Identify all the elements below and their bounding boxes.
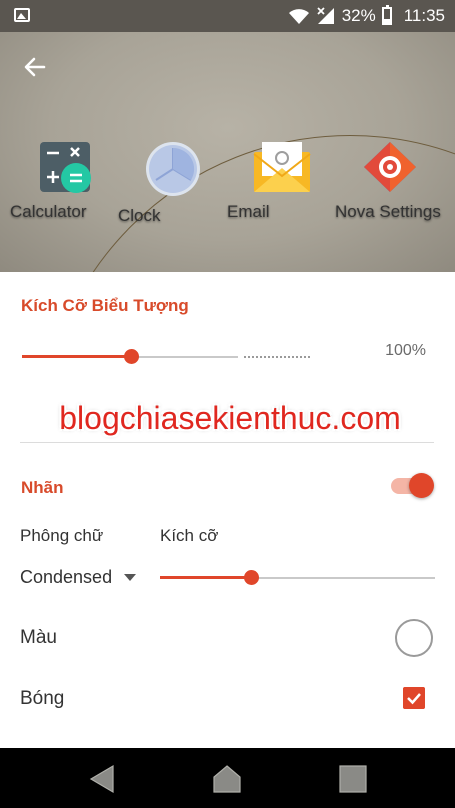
battery-percent: 32%	[341, 6, 376, 25]
battery-icon	[381, 5, 392, 25]
shadow-label: Bóng	[20, 688, 65, 709]
status-bar: 32% 11:35	[0, 0, 455, 32]
icon-size-title: Kích Cỡ Biểu Tượng	[21, 296, 189, 315]
nav-home-icon[interactable]	[212, 764, 242, 794]
shadow-checkbox[interactable]	[403, 687, 425, 709]
nav-back-icon[interactable]	[87, 764, 117, 794]
calculator-icon	[40, 142, 91, 193]
app-label: Clock	[118, 206, 161, 225]
clock-time: 11:35	[403, 6, 445, 25]
app-label: Email	[227, 202, 270, 221]
settings-panel: Kích Cỡ Biểu Tượng 100% blogchiasekienth…	[0, 272, 455, 748]
color-picker[interactable]	[395, 619, 433, 657]
icon-size-value: 100%	[385, 342, 426, 359]
nova-settings-icon	[364, 142, 416, 192]
watermark: blogchiasekienthuc.com	[59, 400, 401, 436]
toggle-thumb[interactable]	[409, 473, 434, 498]
slider-fill	[22, 355, 132, 358]
size-label: Kích cỡ	[160, 526, 219, 545]
icon-preview: Calculator Clock Email Nova Settings	[0, 32, 455, 272]
font-dropdown-value: Condensed	[20, 567, 113, 587]
status-indicators: 32% 11:35	[288, 0, 445, 32]
label-section-title: Nhãn	[21, 478, 64, 497]
nav-recents-icon[interactable]	[338, 764, 368, 794]
preview-app-clock: Clock	[118, 140, 228, 225]
gallery-icon	[14, 8, 30, 22]
back-arrow-icon[interactable]	[20, 52, 50, 82]
slider-overflow	[244, 356, 310, 358]
clock-icon	[146, 142, 200, 196]
preview-app-email: Email	[227, 140, 337, 221]
color-label: Màu	[20, 627, 57, 648]
slider-thumb[interactable]	[244, 570, 259, 585]
font-dropdown[interactable]: Condensed	[20, 567, 137, 588]
app-label: Nova Settings	[335, 202, 441, 221]
signal-icon	[317, 7, 334, 24]
navigation-bar	[0, 748, 455, 808]
dropdown-caret-icon	[124, 574, 137, 581]
preview-app-calculator: Calculator	[10, 140, 120, 221]
wifi-icon	[288, 9, 309, 24]
preview-app-nova-settings: Nova Settings	[335, 140, 445, 221]
divider	[20, 442, 434, 443]
app-label: Calculator	[10, 202, 87, 221]
email-icon	[253, 142, 311, 192]
font-label: Phông chữ	[20, 526, 104, 545]
slider-thumb[interactable]	[124, 349, 139, 364]
slider-fill	[160, 576, 252, 579]
